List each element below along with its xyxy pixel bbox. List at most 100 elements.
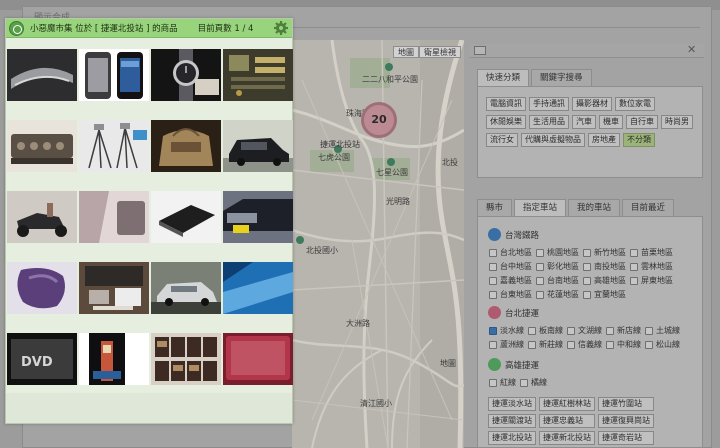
rail-area-checkbox[interactable]: 苗栗地區 xyxy=(630,247,673,258)
category-item[interactable]: 代購與虛擬物品 xyxy=(521,133,585,147)
category-item[interactable]: 數位家電 xyxy=(615,97,655,111)
station-button[interactable]: 捷運紅樹林站 xyxy=(539,397,595,411)
product-cell[interactable] xyxy=(150,333,222,387)
item-tripod-thumbnail[interactable] xyxy=(79,120,149,172)
item-wallet-thumbnail[interactable] xyxy=(151,191,221,243)
item-iphone-thumbnail[interactable] xyxy=(79,49,149,101)
item-dvd-collection-thumbnail[interactable] xyxy=(151,333,221,385)
station-button[interactable]: 捷運北投站 xyxy=(488,431,536,445)
category-item[interactable]: 流行女 xyxy=(486,133,518,147)
station-button[interactable]: 捷運復興崗站 xyxy=(598,414,654,428)
rail-area-checkbox[interactable]: 花蓮地區 xyxy=(536,289,579,300)
category-item[interactable]: 攝影器材 xyxy=(572,97,612,111)
mrt-line-checkbox[interactable]: 松山線 xyxy=(645,339,680,350)
product-cell[interactable] xyxy=(78,191,150,245)
item-electronics-thumbnail[interactable] xyxy=(79,262,149,314)
item-car-silver-thumbnail[interactable] xyxy=(151,262,221,314)
product-cell[interactable] xyxy=(222,120,294,174)
station-button[interactable]: 捷運竹圍站 xyxy=(598,397,654,411)
station-button[interactable]: 捷運淡水站 xyxy=(488,397,536,411)
category-item[interactable]: 生活用品 xyxy=(529,115,569,129)
rail-area-checkbox[interactable]: 新竹地區 xyxy=(583,247,626,258)
product-cell[interactable] xyxy=(78,49,150,103)
product-cell[interactable] xyxy=(150,191,222,245)
tab-county[interactable]: 縣市 xyxy=(477,199,513,216)
category-item[interactable]: 休閒娛樂 xyxy=(486,115,526,129)
item-laptop-red-thumbnail[interactable] xyxy=(223,333,293,385)
mrt-line-checkbox[interactable]: 信義線 xyxy=(567,339,602,350)
station-button[interactable]: 捷運關渡站 xyxy=(488,414,536,428)
product-cell[interactable] xyxy=(6,49,78,103)
category-item[interactable]: 房地產 xyxy=(588,133,620,147)
category-item[interactable]: 自行車 xyxy=(626,115,658,129)
mrt-line-checkbox[interactable]: 板南線 xyxy=(528,325,563,336)
map-button[interactable]: 地圖 xyxy=(393,46,419,58)
tab-specified-station[interactable]: 指定車站 xyxy=(514,199,567,216)
station-button[interactable]: 捷運新北投站 xyxy=(539,431,595,445)
mrt-line-checkbox[interactable]: 土城線 xyxy=(645,325,680,336)
category-item-active[interactable]: 不分類 xyxy=(623,133,655,147)
product-cell[interactable] xyxy=(150,262,222,316)
product-cell[interactable] xyxy=(78,120,150,174)
kaohsiung-line-checkbox[interactable]: 橘線 xyxy=(520,377,547,388)
product-cell[interactable]: DVD xyxy=(6,333,78,387)
tab-quick-category[interactable]: 快速分類 xyxy=(477,69,530,86)
product-cell[interactable] xyxy=(78,262,150,316)
rail-area-checkbox[interactable]: 南投地區 xyxy=(583,261,626,272)
item-london-print-thumbnail[interactable] xyxy=(79,333,149,385)
rail-area-checkbox[interactable]: 嘉義地區 xyxy=(489,275,532,286)
item-motherboard-thumbnail[interactable] xyxy=(223,49,293,101)
item-waffle-maker-thumbnail[interactable] xyxy=(7,120,77,172)
product-cell[interactable] xyxy=(6,191,78,245)
category-item[interactable]: 時尚男 xyxy=(661,115,693,129)
rail-area-checkbox[interactable]: 台中地區 xyxy=(489,261,532,272)
rail-area-checkbox[interactable]: 宜蘭地區 xyxy=(583,289,626,300)
product-cell[interactable] xyxy=(150,120,222,174)
rail-area-checkbox[interactable]: 屏東地區 xyxy=(630,275,673,286)
rail-area-checkbox[interactable]: 台北地區 xyxy=(489,247,532,258)
item-bag-purple-thumbnail[interactable] xyxy=(7,262,77,314)
item-blue-board-thumbnail[interactable] xyxy=(223,262,293,314)
product-cell[interactable] xyxy=(150,49,222,103)
rail-area-checkbox[interactable]: 桃園地區 xyxy=(536,247,579,258)
kaohsiung-line-checkbox[interactable]: 紅線 xyxy=(489,377,516,388)
station-button[interactable]: 捷運奇岩站 xyxy=(598,431,654,445)
close-icon[interactable]: ✕ xyxy=(687,43,696,56)
product-cell[interactable] xyxy=(222,333,294,387)
item-watch-thumbnail[interactable] xyxy=(151,49,221,101)
rail-area-checkbox[interactable]: 高雄地區 xyxy=(583,275,626,286)
product-cell[interactable] xyxy=(222,49,294,103)
gear-icon[interactable] xyxy=(273,20,289,36)
product-cell[interactable] xyxy=(222,191,294,245)
item-phone-pink-thumbnail[interactable] xyxy=(79,191,149,243)
tab-my-station[interactable]: 我的車站 xyxy=(568,199,621,216)
product-cell[interactable] xyxy=(6,262,78,316)
category-item[interactable]: 汽車 xyxy=(572,115,596,129)
mrt-line-checkbox[interactable]: 淡水線 xyxy=(489,325,524,336)
mrt-line-checkbox[interactable]: 文湖線 xyxy=(567,325,602,336)
mrt-line-checkbox[interactable]: 新莊線 xyxy=(528,339,563,350)
mrt-line-checkbox[interactable]: 蘆洲線 xyxy=(489,339,524,350)
category-item[interactable]: 機車 xyxy=(599,115,623,129)
map-cluster-marker[interactable]: 20 xyxy=(361,102,397,138)
rail-area-checkbox[interactable]: 雲林地區 xyxy=(630,261,673,272)
item-bracelet-thumbnail[interactable] xyxy=(7,49,77,101)
item-dvd-player-thumbnail[interactable]: DVD xyxy=(7,333,77,385)
product-cell[interactable] xyxy=(222,262,294,316)
category-item[interactable]: 電腦資訊 xyxy=(486,97,526,111)
rail-area-checkbox[interactable]: 台南地區 xyxy=(536,275,579,286)
rail-area-checkbox[interactable]: 台東地區 xyxy=(489,289,532,300)
product-cell[interactable] xyxy=(78,333,150,387)
item-car-black-thumbnail[interactable] xyxy=(223,120,293,172)
mrt-line-checkbox[interactable]: 新店線 xyxy=(606,325,641,336)
mrt-line-checkbox[interactable]: 中和線 xyxy=(606,339,641,350)
satellite-button[interactable]: 衛星檢視 xyxy=(419,46,461,58)
tab-nearest[interactable]: 目前最近 xyxy=(622,199,675,216)
rail-area-checkbox[interactable]: 彰化地區 xyxy=(536,261,579,272)
item-car-dark-thumbnail[interactable] xyxy=(223,191,293,243)
item-scooter-thumbnail[interactable] xyxy=(7,191,77,243)
category-item[interactable]: 手持通訊 xyxy=(529,97,569,111)
item-bag-thumbnail[interactable] xyxy=(151,120,221,172)
product-cell[interactable] xyxy=(6,120,78,174)
tab-keyword-search[interactable]: 關鍵字搜尋 xyxy=(531,69,592,86)
